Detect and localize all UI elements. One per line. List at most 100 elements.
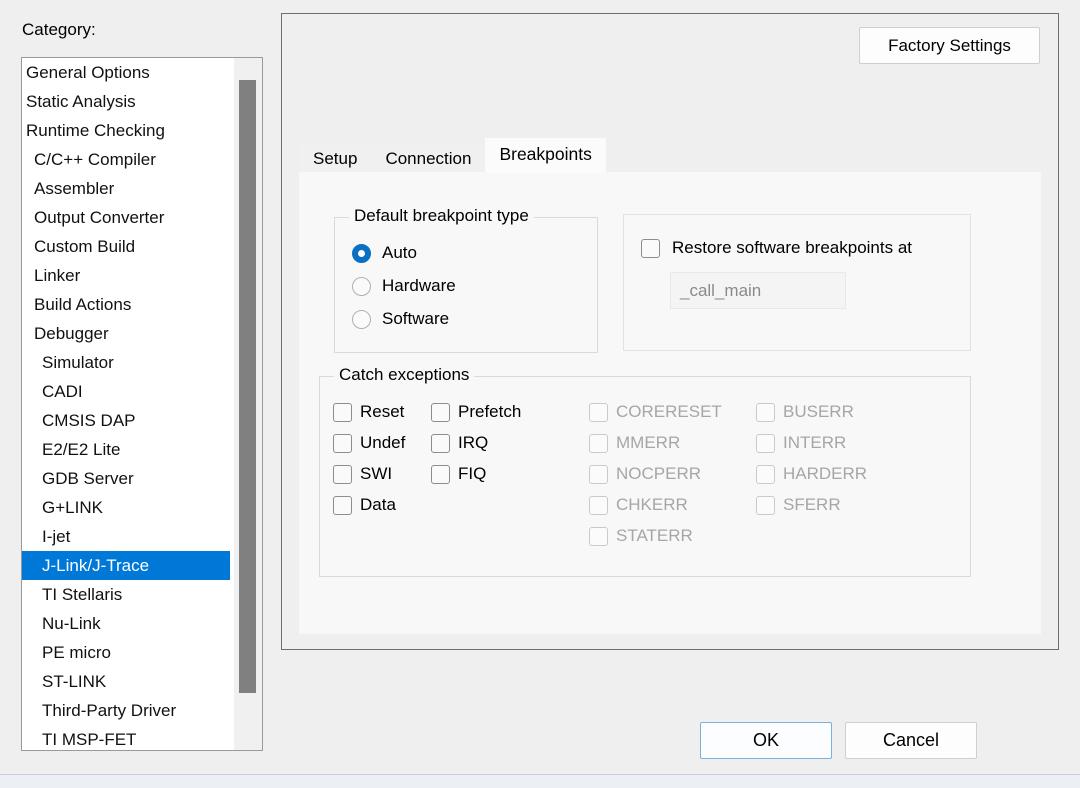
- checkbox-icon: [589, 464, 608, 484]
- category-listbox[interactable]: General Options Static Analysis Runtime Ch…: [21, 57, 263, 751]
- checkbox-irq[interactable]: IRQ: [431, 432, 488, 454]
- sidebar-item-label: PE micro: [42, 643, 111, 662]
- checkbox-icon[interactable]: [333, 433, 352, 453]
- radio-hardware[interactable]: Hardware: [352, 275, 456, 297]
- sidebar-item[interactable]: Debugger: [22, 319, 234, 348]
- tab-strip: Setup Connection Breakpoints: [299, 138, 606, 173]
- checkbox-mmerr: MMERR: [589, 432, 680, 454]
- sidebar-item-label: I-jet: [42, 527, 71, 546]
- ok-button[interactable]: OK: [700, 722, 832, 759]
- checkbox-label: HARDERR: [783, 464, 868, 483]
- factory-settings-button[interactable]: Factory Settings: [859, 27, 1040, 64]
- sidebar-item[interactable]: Third-Party Driver: [22, 696, 234, 725]
- sidebar-item[interactable]: Linker: [22, 261, 234, 290]
- checkbox-data[interactable]: Data: [333, 494, 396, 516]
- radio-button-icon[interactable]: [352, 276, 371, 296]
- sidebar-item-label: ST-LINK: [42, 672, 107, 691]
- checkbox-swi[interactable]: SWI: [333, 463, 392, 485]
- sidebar-item-label: C/C++ Compiler: [34, 150, 156, 169]
- radio-software[interactable]: Software: [352, 308, 449, 330]
- checkbox-label: CHKERR: [616, 495, 688, 514]
- checkbox-icon: [756, 495, 775, 515]
- category-scrollbar-track[interactable]: [234, 58, 262, 750]
- checkbox-undef[interactable]: Undef: [333, 432, 405, 454]
- checkbox-reset[interactable]: Reset: [333, 401, 404, 423]
- checkbox-prefetch[interactable]: Prefetch: [431, 401, 521, 423]
- checkbox-icon[interactable]: [431, 433, 450, 453]
- radio-button-icon[interactable]: [352, 243, 371, 263]
- sidebar-item-label: Simulator: [42, 353, 114, 372]
- restore-breakpoints-checkbox[interactable]: [641, 238, 660, 258]
- sidebar-item[interactable]: J-Link/J-Trace: [22, 551, 230, 580]
- checkbox-harderr: HARDERR: [756, 463, 867, 485]
- sidebar-item[interactable]: C/C++ Compiler: [22, 145, 234, 174]
- checkbox-label: Data: [360, 495, 396, 514]
- radio-auto[interactable]: Auto: [352, 242, 417, 264]
- checkbox-staterr: STATERR: [589, 525, 693, 547]
- sidebar-item-label: E2/E2 Lite: [42, 440, 121, 459]
- checkbox-label: SWI: [360, 464, 393, 483]
- category-label: Category:: [22, 20, 96, 39]
- sidebar-item-label: Assembler: [34, 179, 115, 198]
- sidebar-item[interactable]: TI MSP-FET: [22, 725, 234, 750]
- sidebar-item-label: G+LINK: [42, 498, 103, 517]
- checkbox-label: NOCPERR: [616, 464, 702, 483]
- sidebar-item[interactable]: CMSIS DAP: [22, 406, 234, 435]
- sidebar-item[interactable]: GDB Server: [22, 464, 234, 493]
- options-dialog: Category: General Options Static Analysis…: [0, 0, 1080, 775]
- restore-location-input[interactable]: _call_main: [670, 272, 846, 309]
- checkbox-icon[interactable]: [333, 464, 352, 484]
- restore-breakpoints-checkbox-row[interactable]: Restore software breakpoints at: [641, 237, 912, 259]
- sidebar-item-label: CMSIS DAP: [42, 411, 136, 430]
- cancel-button[interactable]: Cancel: [845, 722, 977, 759]
- sidebar-item[interactable]: Nu-Link: [22, 609, 234, 638]
- tab-label: Setup: [313, 149, 358, 168]
- checkbox-interr: INTERR: [756, 432, 846, 454]
- sidebar-item[interactable]: Output Converter: [22, 203, 234, 232]
- checkbox-icon[interactable]: [333, 495, 352, 515]
- sidebar-item[interactable]: E2/E2 Lite: [22, 435, 234, 464]
- sidebar-item-label: Static Analysis: [26, 92, 136, 111]
- sidebar-item[interactable]: General Options: [22, 58, 234, 87]
- sidebar-item[interactable]: TI Stellaris: [22, 580, 234, 609]
- category-scrollbar-thumb[interactable]: [239, 80, 256, 693]
- radio-label: Hardware: [382, 276, 456, 295]
- checkbox-icon[interactable]: [431, 464, 450, 484]
- checkbox-chkerr: CHKERR: [589, 494, 688, 516]
- checkbox-icon[interactable]: [431, 402, 450, 422]
- tab-setup[interactable]: Setup: [299, 144, 372, 173]
- sidebar-item[interactable]: Build Actions: [22, 290, 234, 319]
- checkbox-label: MMERR: [616, 433, 681, 452]
- restore-breakpoints-label: Restore software breakpoints at: [672, 238, 913, 257]
- checkbox-label: Undef: [360, 433, 406, 452]
- sidebar-item[interactable]: I-jet: [22, 522, 234, 551]
- default-breakpoint-type-group: Default breakpoint type Auto Hardware Soft…: [334, 206, 598, 353]
- sidebar-item[interactable]: Custom Build: [22, 232, 234, 261]
- sidebar-item[interactable]: G+LINK: [22, 493, 234, 522]
- sidebar-item[interactable]: Static Analysis: [22, 87, 234, 116]
- sidebar-item-label: GDB Server: [42, 469, 134, 488]
- sidebar-item-label: Linker: [34, 266, 81, 285]
- sidebar-item[interactable]: PE micro: [22, 638, 234, 667]
- sidebar-item[interactable]: Simulator: [22, 348, 234, 377]
- sidebar-item[interactable]: ST-LINK: [22, 667, 234, 696]
- radio-button-icon[interactable]: [352, 309, 371, 329]
- sidebar-item[interactable]: Assembler: [22, 174, 234, 203]
- checkbox-label: FIQ: [458, 464, 487, 483]
- checkbox-icon[interactable]: [333, 402, 352, 422]
- checkbox-icon: [589, 526, 608, 546]
- catch-exceptions-title: Catch exceptions: [334, 365, 475, 385]
- tab-breakpoints[interactable]: Breakpoints: [485, 138, 606, 173]
- sidebar-item[interactable]: Runtime Checking: [22, 116, 234, 145]
- sidebar-item-label: TI MSP-FET: [42, 730, 137, 749]
- checkbox-label: STATERR: [616, 526, 693, 545]
- tab-connection[interactable]: Connection: [371, 144, 486, 173]
- checkbox-icon: [756, 464, 775, 484]
- catch-exceptions-group: Catch exceptions Reset Undef SWI Data Prefe…: [319, 365, 971, 577]
- sidebar-item-label: Output Converter: [34, 208, 165, 227]
- checkbox-fiq[interactable]: FIQ: [431, 463, 486, 485]
- checkbox-label: IRQ: [458, 433, 489, 452]
- sidebar-item-label: Custom Build: [34, 237, 136, 256]
- default-breakpoint-type-title: Default breakpoint type: [349, 206, 534, 226]
- sidebar-item[interactable]: CADI: [22, 377, 234, 406]
